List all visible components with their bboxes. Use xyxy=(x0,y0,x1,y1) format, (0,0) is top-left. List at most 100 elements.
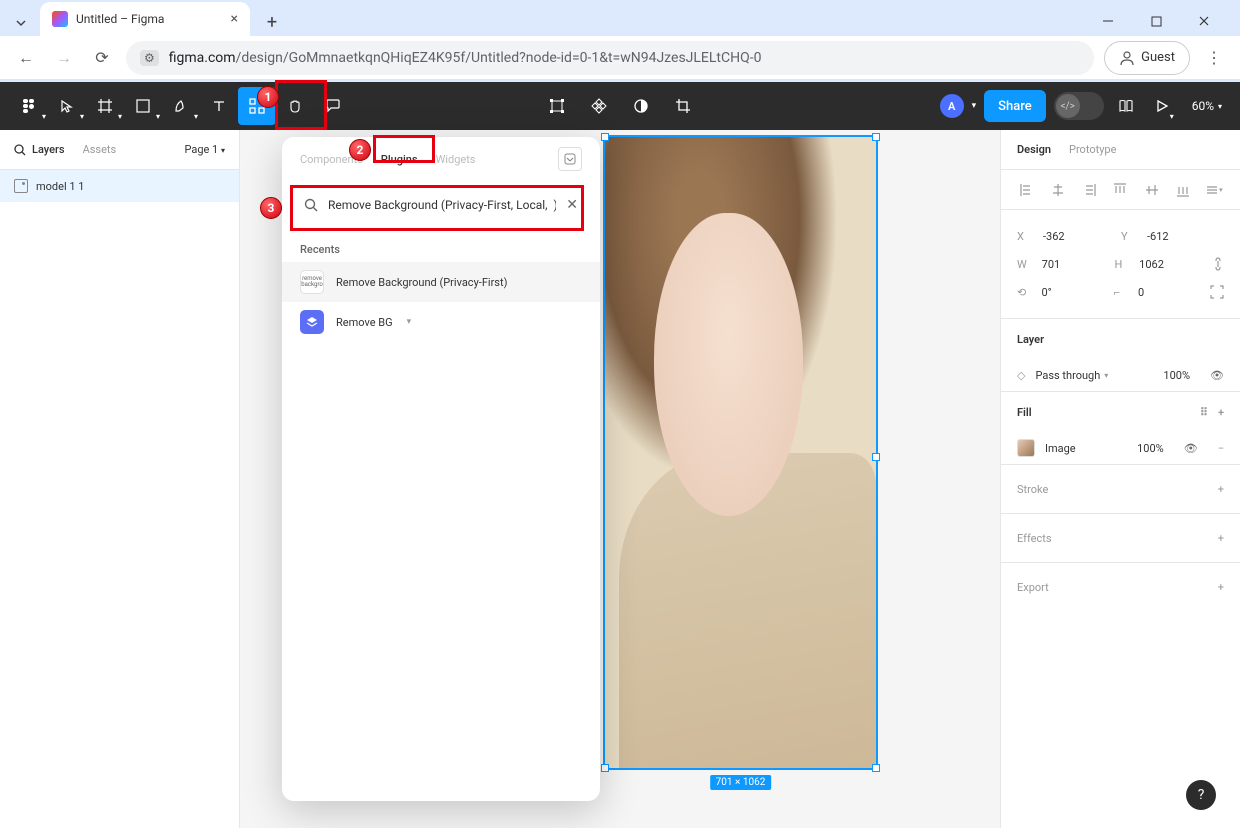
fill-swatch[interactable] xyxy=(1017,439,1035,457)
layer-item[interactable]: model 1 1 xyxy=(0,170,239,202)
nav-reload-button[interactable]: ⟳ xyxy=(88,44,116,72)
present-button[interactable]: ▾ xyxy=(1148,87,1176,125)
window-close-button[interactable] xyxy=(1184,6,1224,36)
dev-mode-toggle[interactable]: </> xyxy=(1054,92,1104,120)
blend-mode-icon: ◇ xyxy=(1017,369,1025,382)
corner-radius-icon: ⌐ xyxy=(1114,286,1130,299)
prototype-tab[interactable]: Prototype xyxy=(1069,143,1116,156)
new-tab-button[interactable]: + xyxy=(258,8,286,36)
align-bottom-button[interactable] xyxy=(1173,180,1193,200)
recents-heading: Recents xyxy=(282,237,600,262)
plugin-label: Remove BG xyxy=(336,316,393,329)
h-input[interactable]: 1062 xyxy=(1139,258,1204,271)
move-tool-button[interactable]: ▾ xyxy=(48,87,86,125)
h-label: H xyxy=(1115,258,1132,271)
pen-tool-button[interactable]: ▾ xyxy=(162,87,200,125)
browser-menu-button[interactable]: ⋮ xyxy=(1200,44,1228,72)
plugin-item[interactable]: removebackgro Remove Background (Privacy… xyxy=(282,262,600,302)
add-fill-button[interactable]: + xyxy=(1218,406,1224,419)
plugin-label: Remove Background (Privacy-First) xyxy=(336,276,507,289)
align-right-button[interactable] xyxy=(1079,180,1099,200)
browser-tab[interactable]: Untitled – Figma × xyxy=(40,2,250,36)
fill-type-label: Image xyxy=(1045,442,1076,455)
zoom-control[interactable]: 60%▾ xyxy=(1184,99,1230,113)
independent-corners-button[interactable] xyxy=(1210,285,1224,299)
align-more-button[interactable]: ▾ xyxy=(1204,180,1224,200)
resize-handle[interactable] xyxy=(872,764,880,772)
chevron-down-icon[interactable]: ▾ xyxy=(972,101,977,111)
align-top-button[interactable] xyxy=(1110,180,1130,200)
y-input[interactable]: -612 xyxy=(1147,230,1217,243)
w-label: W xyxy=(1017,258,1034,271)
tab-list-dropdown[interactable] xyxy=(8,10,34,36)
crop-button[interactable] xyxy=(664,87,702,125)
corner-radius-input[interactable]: 0 xyxy=(1138,286,1202,299)
layers-tab[interactable]: Layers xyxy=(14,143,65,156)
shape-tool-button[interactable]: ▾ xyxy=(124,87,162,125)
close-tab-icon[interactable]: × xyxy=(231,11,238,27)
resize-handle[interactable] xyxy=(601,764,609,772)
remove-fill-button[interactable]: − xyxy=(1218,442,1224,455)
mask-button[interactable] xyxy=(622,87,660,125)
resize-handle[interactable] xyxy=(601,133,609,141)
x-label: X xyxy=(1017,230,1035,243)
align-left-button[interactable] xyxy=(1017,180,1037,200)
callout-2: 2 xyxy=(373,135,435,163)
w-input[interactable]: 701 xyxy=(1042,258,1107,271)
library-button[interactable] xyxy=(1112,87,1140,125)
design-tab[interactable]: Design xyxy=(1017,143,1051,156)
profile-button[interactable]: Guest xyxy=(1104,41,1190,75)
assets-tab[interactable]: Assets xyxy=(83,143,117,156)
fill-visibility-toggle[interactable]: 👁 xyxy=(1184,442,1198,455)
code-icon: </> xyxy=(1056,94,1080,118)
widgets-tab[interactable]: Widgets xyxy=(436,153,476,166)
stroke-section[interactable]: Stroke+ xyxy=(1001,465,1240,513)
figma-menu-button[interactable]: ▾ xyxy=(10,87,48,125)
plugin-icon: removebackgro xyxy=(300,270,324,294)
url-domain: figma.com xyxy=(169,50,236,66)
nav-back-button[interactable]: ← xyxy=(12,44,40,72)
plugin-item[interactable]: Remove BG ▾ xyxy=(282,302,600,342)
add-effect-button[interactable]: + xyxy=(1218,532,1224,545)
site-settings-icon[interactable]: ⚙ xyxy=(140,50,159,66)
blend-mode-select[interactable]: Pass through ▾ xyxy=(1035,369,1108,382)
add-export-button[interactable]: + xyxy=(1218,581,1224,594)
page-selector[interactable]: Page 1 ▾ xyxy=(184,143,225,156)
window-maximize-button[interactable] xyxy=(1136,6,1176,36)
tab-title: Untitled – Figma xyxy=(76,12,164,26)
constrain-proportions-button[interactable] xyxy=(1212,256,1224,272)
chevron-down-icon: ▾ xyxy=(407,317,412,327)
fill-opacity-input[interactable]: 100% xyxy=(1137,442,1164,455)
align-vcenter-button[interactable] xyxy=(1142,180,1162,200)
resize-handle[interactable] xyxy=(872,453,880,461)
user-avatar[interactable]: A xyxy=(940,94,964,118)
export-section[interactable]: Export+ xyxy=(1001,563,1240,611)
canvas[interactable]: 701 × 1062 Components Plugins Widgets ✕ … xyxy=(240,130,1000,828)
resize-handle[interactable] xyxy=(872,133,880,141)
opacity-input[interactable]: 100% xyxy=(1163,369,1190,382)
help-button[interactable]: ? xyxy=(1186,780,1216,810)
address-bar[interactable]: ⚙ figma.com/design/GoMmnaetkqnQHiqEZ4K95… xyxy=(126,41,1094,75)
search-icon xyxy=(14,144,26,156)
effects-section[interactable]: Effects+ xyxy=(1001,514,1240,562)
component-button[interactable] xyxy=(580,87,618,125)
selection-frame[interactable]: 701 × 1062 xyxy=(603,135,878,770)
share-button[interactable]: Share xyxy=(984,90,1046,122)
person-icon xyxy=(1119,50,1135,66)
window-minimize-button[interactable] xyxy=(1088,6,1128,36)
rotation-input[interactable]: 0° xyxy=(1041,286,1105,299)
fill-style-button[interactable]: ⠿ xyxy=(1200,406,1208,419)
text-tool-button[interactable] xyxy=(200,87,238,125)
collapse-panel-button[interactable] xyxy=(558,147,582,171)
add-stroke-button[interactable]: + xyxy=(1218,483,1224,496)
x-input[interactable]: -362 xyxy=(1043,230,1113,243)
layer-section-heading: Layer xyxy=(1001,319,1240,359)
align-hcenter-button[interactable] xyxy=(1048,180,1068,200)
callout-3: 3 xyxy=(290,185,584,231)
frame-tool-button[interactable]: ▾ xyxy=(86,87,124,125)
nav-forward-button[interactable]: → xyxy=(50,44,78,72)
edit-object-button[interactable] xyxy=(538,87,576,125)
visibility-toggle[interactable]: 👁 xyxy=(1210,369,1224,382)
rotation-icon: ⟲ xyxy=(1017,286,1033,299)
url-path: /design/GoMmnaetkqnQHiqEZ4K95f/Untitled?… xyxy=(236,50,762,66)
